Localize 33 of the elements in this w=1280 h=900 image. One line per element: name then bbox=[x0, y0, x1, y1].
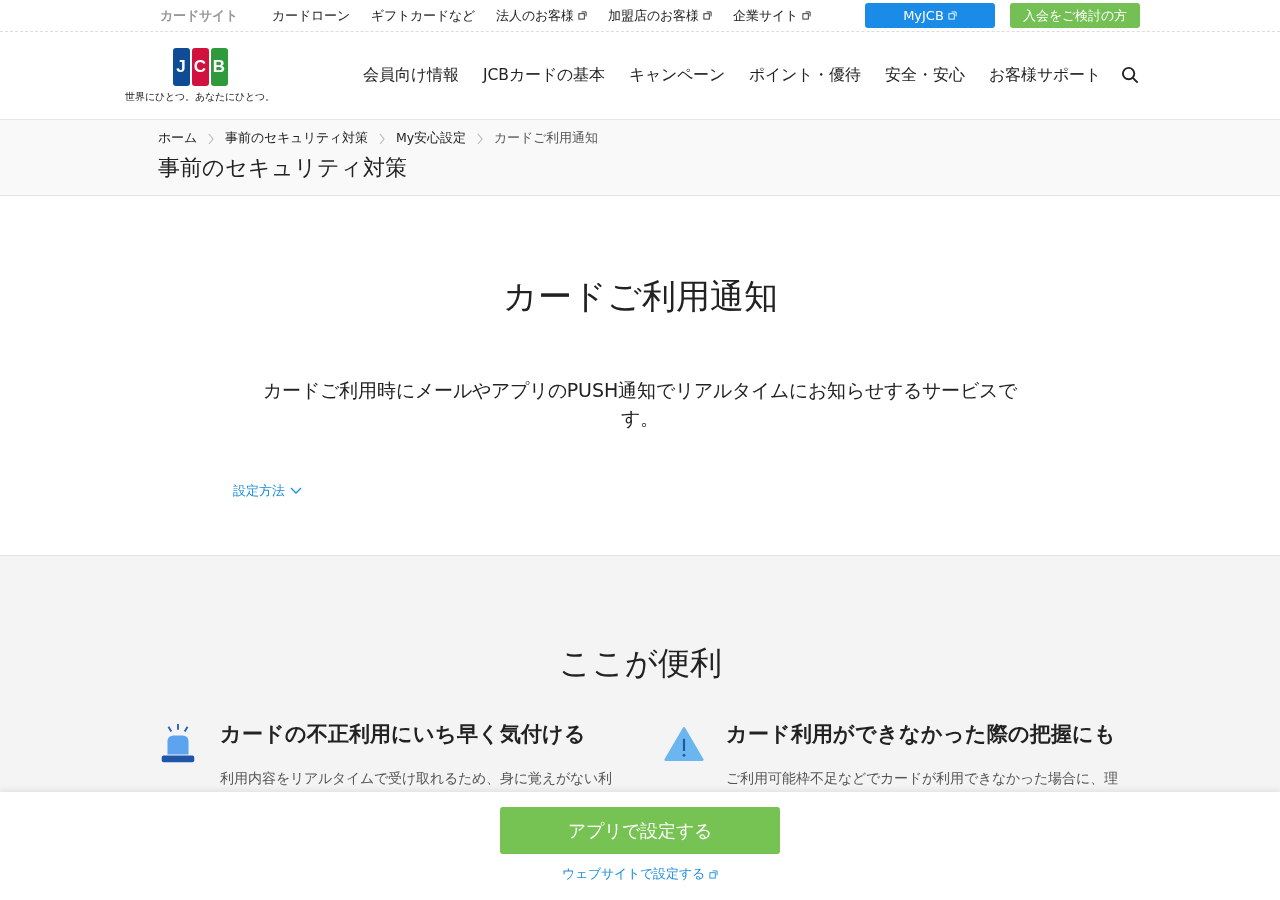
nav-link[interactable]: ポイント・優待 bbox=[749, 65, 861, 86]
chevron-icon bbox=[476, 132, 485, 145]
section-heading: ここが便利 bbox=[558, 643, 722, 684]
page-title: カードご利用通知 bbox=[502, 275, 778, 318]
top-link[interactable]: 法人のお客様 bbox=[496, 6, 587, 25]
website-setup-link[interactable]: ウェブサイトで設定する bbox=[562, 865, 718, 883]
top-link[interactable]: 加盟店のお客様 bbox=[608, 6, 712, 25]
nav-link[interactable]: 会員向け情報 bbox=[362, 65, 459, 86]
top-link[interactable]: 企業サイト bbox=[733, 6, 811, 25]
top-link[interactable]: カードローン bbox=[272, 6, 350, 25]
chevron-icon bbox=[290, 487, 302, 495]
chevron-icon bbox=[378, 132, 386, 145]
top-link[interactable]: ギフトカードなど bbox=[371, 6, 475, 25]
breadcrumb-link[interactable]: ホーム bbox=[158, 130, 197, 147]
toggle-link[interactable]: 設定方法 bbox=[233, 482, 302, 500]
benefit-title: カード利用ができなかった際の把握にも bbox=[726, 721, 1117, 748]
nav-link[interactable]: お客様サポート bbox=[989, 65, 1101, 86]
benefit-text: 利用内容をリアルタイムで受け取れるため、身に覚えがない利 bbox=[220, 770, 612, 788]
benefit-text: ご利用可能枠不足などでカードが利用できなかった場合に、理 bbox=[726, 770, 1118, 788]
nav-link[interactable]: JCBカードの基本 bbox=[482, 65, 605, 86]
breadcrumb-link[interactable]: My安心設定 bbox=[396, 130, 467, 147]
logo-tagline: 世界にひとつ。あなたにひとつ。 bbox=[125, 89, 275, 104]
section-title: 事前のセキュリティ対策 bbox=[158, 154, 408, 182]
external-link-icon bbox=[709, 869, 718, 879]
header-button[interactable]: MyJCB bbox=[865, 3, 995, 28]
nav-link[interactable]: 安全・安心 bbox=[885, 65, 965, 86]
benefit-title: カードの不正利用にいち早く気付ける bbox=[220, 721, 587, 748]
chevron-icon bbox=[207, 132, 215, 145]
breadcrumb-link[interactable]: 事前のセキュリティ対策 bbox=[225, 130, 368, 147]
nav-link[interactable]: キャンペーン bbox=[629, 65, 725, 86]
search-icon[interactable] bbox=[1121, 66, 1140, 85]
description: カードご利用時にメールやアプリのPUSH通知でリアルタイムにお知らせするサービスです。 bbox=[261, 378, 1019, 431]
breadcrumb-current: カードご利用通知 bbox=[494, 130, 599, 147]
